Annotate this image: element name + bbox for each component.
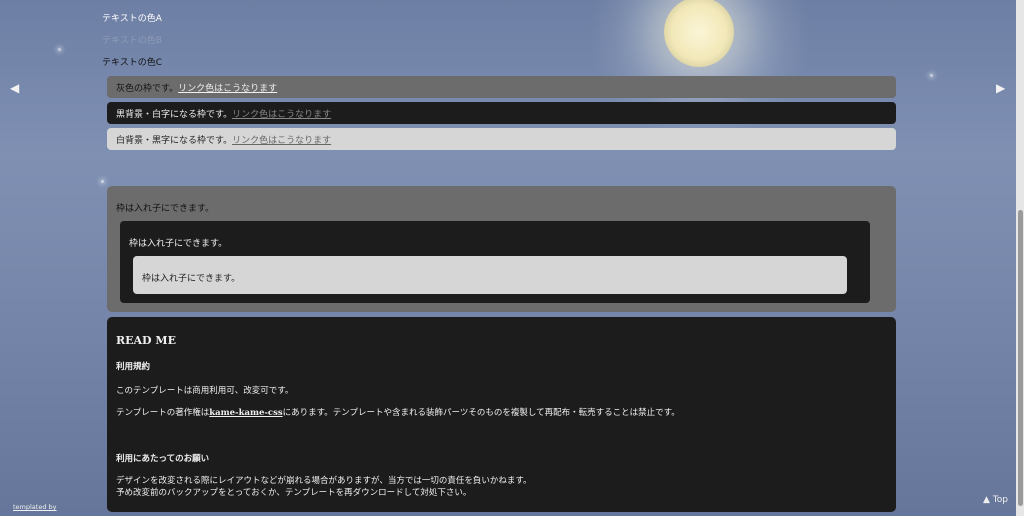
terms-paragraph-2: テンプレートの著作権はkame-kame-cssにあります。テンプレートや含まれ… (116, 406, 680, 418)
prev-arrow-icon[interactable]: ◀ (10, 81, 19, 95)
templated-by-link[interactable]: templated by (13, 503, 57, 511)
star-sparkle (930, 74, 933, 77)
star-sparkle (101, 180, 104, 183)
request-line-1: デザインを改変される際にレイアウトなどが崩れる場合がありますが、当方では一切の責… (116, 476, 532, 486)
terms-p2-prefix: テンプレートの著作権は (116, 408, 210, 418)
nested-box-outer: 枠は入れ子にできます。 枠は入れ子にできます。 枠は入れ子にできます。 (107, 186, 896, 312)
gray-box-link[interactable]: リンク色はこうなります (178, 81, 277, 94)
black-box: 黒背景・白字になる枠です。 リンク色はこうなります (107, 102, 896, 124)
readme-panel: READ ME 利用規約 このテンプレートは商用利用可、改変可です。 テンプレー… (107, 317, 896, 512)
next-arrow-icon[interactable]: ▶ (996, 81, 1005, 95)
gray-box: 灰色の枠です。 リンク色はこうなります (107, 76, 896, 98)
readme-title: READ ME (116, 334, 176, 347)
white-box-link[interactable]: リンク色はこうなります (232, 133, 331, 146)
nested-outer-text: 枠は入れ子にできます。 (116, 204, 215, 214)
white-box: 白背景・黒字になる枠です。 リンク色はこうなります (107, 128, 896, 150)
text-color-a: テキストの色A (102, 14, 162, 24)
black-box-link[interactable]: リンク色はこうなります (232, 107, 331, 120)
white-box-text: 白背景・黒字になる枠です。 (116, 135, 233, 146)
request-paragraph: デザインを改変される際にレイアウトなどが崩れる場合がありますが、当方では一切の責… (116, 475, 532, 499)
black-box-text: 黒背景・白字になる枠です。 (116, 109, 233, 120)
nested-mid-text: 枠は入れ子にできます。 (129, 239, 228, 249)
terms-paragraph-1: このテンプレートは商用利用可、改変可です。 (116, 386, 294, 396)
gray-box-text: 灰色の枠です。 (116, 83, 179, 94)
nested-box-mid: 枠は入れ子にできます。 枠は入れ子にできます。 (120, 221, 870, 303)
nested-box-inner: 枠は入れ子にできます。 (133, 256, 847, 294)
text-color-c: テキストの色C (102, 58, 163, 68)
terms-p2-suffix: にあります。テンプレートや含まれる装飾パーツそのものを複製して再配布・転売するこ… (282, 408, 680, 418)
terms-heading: 利用規約 (116, 362, 151, 372)
back-to-top-link[interactable]: ▲ Top (983, 495, 1008, 505)
nested-inner-text: 枠は入れ子にできます。 (142, 274, 241, 284)
star-sparkle (58, 48, 61, 51)
text-color-b: テキストの色B (102, 36, 162, 46)
copyright-link[interactable]: kame-kame-css (209, 408, 282, 418)
scrollbar-thumb[interactable] (1018, 210, 1023, 506)
request-line-2: 予め改変前のバックアップをとっておくか、テンプレートを再ダウンロードして対処下さ… (116, 488, 472, 498)
moon-image (664, 0, 734, 67)
request-heading: 利用にあたってのお願い (116, 454, 210, 464)
